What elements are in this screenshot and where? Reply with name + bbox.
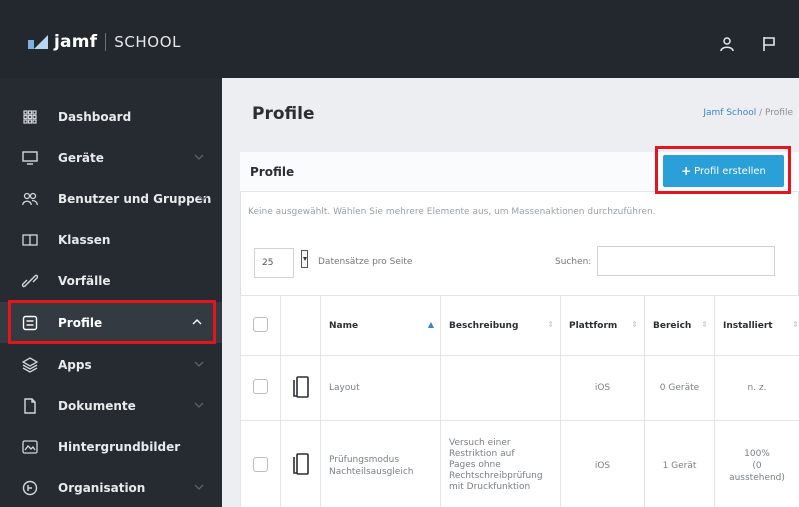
highlight-box-create-button: [655, 146, 791, 194]
brand-divider: [105, 33, 107, 51]
profile-installed: n. z.: [714, 355, 799, 421]
sort-ascending-icon: ▲: [427, 320, 434, 329]
page-title: Profile: [252, 104, 315, 124]
page-length-dropdown-icon[interactable]: [301, 250, 308, 268]
sidebar-item-label: Benutzer und Gruppen: [58, 191, 212, 206]
breadcrumb-separator: /: [759, 108, 763, 118]
brand-name: jamf: [54, 32, 98, 52]
profile-name-link[interactable]: Prüfungsmodus Nachteilsausgleich: [320, 420, 441, 507]
sort-icon: ⇕: [701, 320, 708, 329]
device-type-cell: [280, 355, 321, 421]
sort-icon: ⇕: [547, 320, 554, 329]
chevron-down-icon: [198, 195, 208, 201]
sidebar-item-apps[interactable]: Apps: [0, 344, 222, 385]
book-icon: [22, 232, 38, 248]
column-header-name[interactable]: Name ▲: [320, 295, 441, 356]
select-all-checkbox-cell[interactable]: [240, 295, 281, 356]
page-length-label: Datensätze pro Seite: [318, 257, 413, 267]
profile-description: [440, 355, 561, 421]
user-icon[interactable]: [719, 36, 735, 52]
breadcrumb-link-jamf-school[interactable]: Jamf School: [703, 108, 756, 118]
sidebar-item-organisation[interactable]: Organisation: [0, 467, 222, 507]
sidebar-item-hintergrundbilder[interactable]: Hintergrundbilder: [0, 426, 222, 467]
link-icon: [22, 273, 38, 289]
row-checkbox[interactable]: [253, 379, 268, 394]
column-header-plattform[interactable]: Plattform ⇕: [560, 295, 645, 356]
profile-installed: 100% (0 ausstehend): [714, 420, 799, 507]
sort-icon: ⇕: [792, 320, 799, 329]
sidebar-item-dashboard[interactable]: Dashboard: [0, 96, 222, 137]
brand-logo[interactable]: jamf SCHOOL: [28, 32, 181, 52]
apps-icon: [22, 356, 38, 373]
chevron-down-icon: [194, 484, 204, 490]
breadcrumb-current: Profile: [765, 108, 793, 118]
row-checkbox-cell[interactable]: [240, 420, 281, 507]
tablet-device-icon: [292, 375, 309, 398]
sidebar-item-label: Dokumente: [58, 398, 136, 413]
image-icon: [22, 439, 38, 455]
table-header-row: Name ▲ Beschreibung ⇕ Plattform ⇕ Bereich ⇕ …: [240, 295, 799, 356]
sidebar-item-label: Klassen: [58, 232, 111, 247]
tablet-device-icon: [292, 453, 309, 475]
breadcrumb: Jamf School / Profile: [703, 108, 793, 118]
row-checkbox[interactable]: [253, 456, 268, 472]
sidebar-item-label: Hintergrundbilder: [58, 439, 181, 454]
grid-icon: [22, 109, 38, 125]
profiles-table: Name ▲ Beschreibung ⇕ Plattform ⇕ Bereich ⇕ …: [240, 295, 799, 507]
column-header-installiert[interactable]: Installiert ⇕: [714, 295, 799, 356]
sidebar-item-geraete[interactable]: Geräte: [0, 137, 222, 178]
users-icon: [22, 191, 38, 207]
profile-platform: iOS: [560, 420, 645, 507]
sort-icon: ⇕: [631, 320, 638, 329]
device-type-header: [280, 295, 321, 356]
jamf-logo-icon: [28, 35, 48, 49]
page-length-select[interactable]: 25: [254, 248, 294, 278]
chevron-down-icon: [194, 361, 204, 367]
brand-product: SCHOOL: [114, 33, 182, 51]
sidebar-item-label: Vorfälle: [58, 273, 111, 288]
top-bar: jamf SCHOOL: [0, 0, 799, 78]
row-checkbox-cell[interactable]: [240, 355, 281, 421]
select-all-checkbox[interactable]: [253, 316, 268, 332]
sidebar-item-benutzer-und-gruppen[interactable]: Benutzer und Gruppen: [0, 178, 222, 219]
bulk-action-hint: Keine ausgewählt. Wählen Sie mehrere Ele…: [248, 207, 656, 217]
table-row[interactable]: Layout iOS 0 Geräte n. z.: [240, 355, 799, 421]
search-label: Suchen:: [555, 257, 592, 267]
sidebar-item-label: Geräte: [58, 150, 104, 165]
organisation-icon: [22, 480, 38, 496]
column-header-bereich[interactable]: Bereich ⇕: [644, 295, 715, 356]
flag-icon[interactable]: [761, 36, 777, 52]
column-header-beschreibung[interactable]: Beschreibung ⇕: [440, 295, 561, 356]
profile-scope: 0 Geräte: [644, 355, 715, 421]
sidebar-item-label: Organisation: [58, 480, 146, 495]
sidebar-item-vorfaelle[interactable]: Vorfälle: [0, 260, 222, 301]
search-input[interactable]: [597, 246, 775, 276]
chevron-down-icon: [194, 154, 204, 160]
card-title: Profile: [250, 165, 295, 179]
table-row[interactable]: Prüfungsmodus Nachteilsausgleich Versuch…: [240, 420, 799, 507]
device-type-cell: [280, 420, 321, 507]
sidebar-item-dokumente[interactable]: Dokumente: [0, 385, 222, 426]
profile-scope: 1 Gerät: [644, 420, 715, 507]
monitor-icon: [22, 150, 38, 166]
sidebar-item-label: Dashboard: [58, 109, 132, 124]
profile-description: Versuch einer Restriktion auf Pages ohne…: [440, 420, 561, 507]
chevron-down-icon: [194, 402, 204, 408]
profile-platform: iOS: [560, 355, 645, 421]
sidebar-item-label: Apps: [58, 357, 92, 372]
profile-name-link[interactable]: Layout: [320, 355, 441, 421]
sidebar-item-klassen[interactable]: Klassen: [0, 219, 222, 260]
highlight-box-profile: [8, 300, 216, 344]
document-icon: [22, 397, 38, 414]
